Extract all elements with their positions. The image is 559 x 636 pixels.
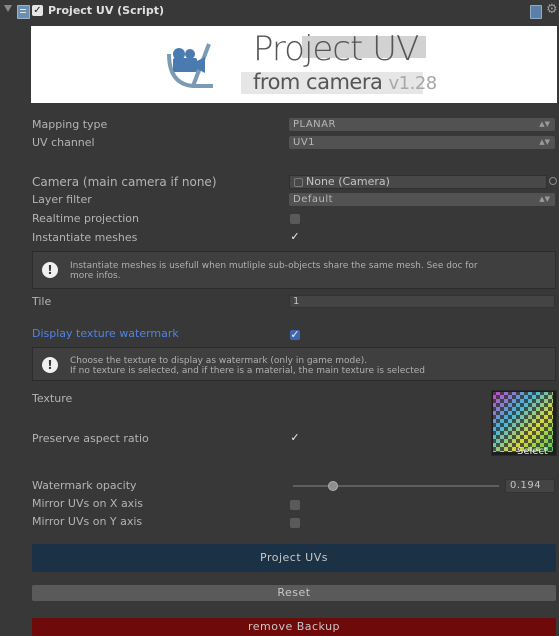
texture-select-button[interactable]: Select: [517, 446, 548, 457]
logo-subtitle-text: from camera: [253, 70, 383, 94]
object-picker-icon[interactable]: [549, 177, 557, 185]
camera-object-field[interactable]: None (Camera): [289, 175, 547, 189]
watermark-help-box: ! Choose the texture to display as water…: [32, 347, 556, 381]
foldout-arrow-icon[interactable]: [4, 5, 12, 12]
instantiate-help-line2: more infos.: [70, 271, 121, 281]
help-book-icon[interactable]: [530, 5, 542, 19]
uv-channel-label: UV channel: [32, 136, 95, 149]
logo-title: Project UV: [253, 29, 419, 69]
dropdown-arrow-icon: ▲▼: [539, 120, 550, 128]
mirror-y-label: Mirror UVs on Y axis: [32, 515, 143, 528]
instantiate-help-box: ! Instantiate meshes is usefull when mut…: [32, 251, 556, 289]
watermark-opacity-slider-thumb[interactable]: [327, 481, 338, 491]
display-watermark-checkbox[interactable]: ✓: [290, 329, 300, 340]
component-title: Project UV (Script): [48, 4, 164, 17]
mirror-x-label: Mirror UVs on X axis: [32, 497, 143, 510]
preserve-aspect-checkbox[interactable]: ✓: [290, 432, 300, 443]
mirror-x-checkbox[interactable]: [290, 500, 300, 510]
uv-channel-value: UV1: [293, 137, 316, 148]
watermark-opacity-label: Watermark opacity: [32, 479, 137, 492]
mapping-type-label: Mapping type: [32, 118, 108, 131]
component-enabled-checkbox[interactable]: ✓: [32, 5, 43, 16]
uv-channel-dropdown[interactable]: UV1 ▲▼: [289, 136, 555, 149]
remove-backup-button[interactable]: remove Backup: [32, 618, 556, 636]
component-header[interactable]: ✓ Project UV (Script) ⚙: [0, 0, 559, 24]
script-icon: [17, 5, 30, 19]
realtime-projection-checkbox[interactable]: [290, 214, 300, 224]
watermark-help-line1: Choose the texture to display as waterma…: [70, 356, 368, 366]
uv-checker-texture-icon: [493, 392, 553, 452]
layer-filter-label: Layer filter: [32, 193, 92, 206]
info-icon: !: [42, 357, 58, 373]
dropdown-arrow-icon: ▲▼: [539, 195, 550, 203]
reset-button[interactable]: Reset: [32, 585, 556, 601]
tile-input[interactable]: 1: [289, 295, 555, 308]
info-icon: !: [42, 262, 58, 278]
mapping-type-dropdown[interactable]: PLANAR ▲▼: [289, 118, 555, 131]
gear-icon[interactable]: ⚙: [546, 3, 558, 17]
mapping-type-value: PLANAR: [293, 119, 336, 130]
watermark-opacity-input[interactable]: 0.194: [505, 479, 555, 493]
logo-banner: Project UV from camera v1.28: [31, 26, 557, 103]
texture-label: Texture: [32, 392, 73, 405]
layer-filter-value: Default: [293, 194, 334, 205]
logo-subtitle: from camera v1.28: [253, 70, 437, 94]
logo-version: v1.28: [388, 73, 438, 94]
display-watermark-label: Display texture watermark: [32, 327, 179, 340]
camera-label: Camera (main camera if none): [32, 175, 217, 189]
tile-label: Tile: [32, 295, 52, 308]
dropdown-arrow-icon: ▲▼: [539, 138, 550, 146]
instantiate-help-line1: Instantiate meshes is usefull when mutli…: [70, 261, 478, 271]
camera-object-icon: [294, 178, 303, 187]
project-uvs-button[interactable]: Project UVs: [32, 544, 556, 572]
preserve-aspect-label: Preserve aspect ratio: [32, 432, 149, 445]
instantiate-meshes-checkbox[interactable]: ✓: [290, 231, 300, 242]
watermark-help-line2: If no texture is selected, and if there …: [70, 366, 425, 376]
camera-logo-icon: [167, 43, 213, 88]
watermark-opacity-slider-track[interactable]: [293, 485, 499, 487]
layer-filter-dropdown[interactable]: Default ▲▼: [289, 193, 555, 206]
camera-value: None (Camera): [306, 175, 390, 188]
realtime-projection-label: Realtime projection: [32, 212, 139, 225]
instantiate-meshes-label: Instantiate meshes: [32, 231, 138, 244]
mirror-y-checkbox[interactable]: [290, 518, 300, 528]
